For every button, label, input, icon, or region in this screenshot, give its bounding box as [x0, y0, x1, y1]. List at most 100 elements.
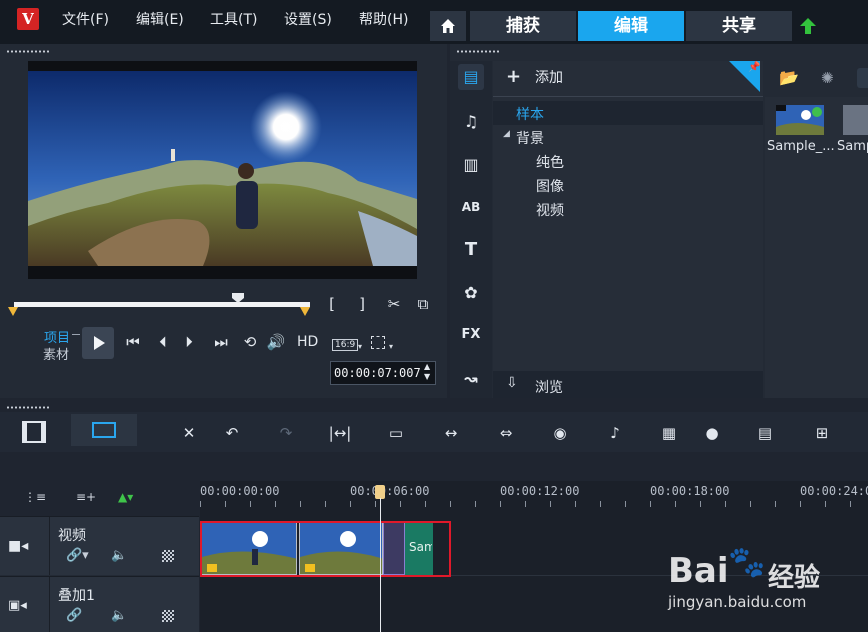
aspect-ratio-button[interactable]: 16:9	[332, 339, 359, 351]
add-track-icon[interactable]: ≡+	[76, 490, 96, 504]
record-icon[interactable]: ◉	[548, 421, 572, 445]
timeline-view-button[interactable]	[71, 414, 137, 446]
media-library-icon[interactable]: ▤	[458, 64, 484, 90]
tree-item-video[interactable]: 视频	[536, 200, 564, 220]
panel-grip[interactable]	[456, 50, 500, 53]
timeline-ruler[interactable]: 00:00:00:00 00:00:06:00 00:00:12:00 00:0…	[200, 481, 868, 516]
subtitle-icon[interactable]: ▤	[753, 421, 777, 445]
play-button[interactable]	[82, 327, 114, 359]
aperture-icon[interactable]: ✺	[821, 69, 834, 87]
track-name[interactable]: 叠加1	[58, 585, 95, 605]
blend-icon[interactable]: ●	[700, 421, 724, 445]
step-back-icon[interactable]: ⏴	[154, 332, 172, 352]
repeat-icon[interactable]: ⟲	[240, 332, 260, 352]
transition-icon[interactable]: AB	[458, 194, 484, 220]
panel-grip[interactable]	[6, 406, 50, 409]
skip-start-icon[interactable]: ⏮	[124, 332, 142, 352]
home-tab[interactable]	[430, 11, 466, 41]
skip-end-icon[interactable]: ⏭	[212, 332, 230, 352]
title-icon[interactable]: T	[458, 237, 484, 263]
ruler-label: 00:00:06:00	[350, 484, 430, 498]
menu-edit[interactable]: 编辑(E)	[136, 9, 184, 29]
crop-icon[interactable]	[371, 336, 385, 349]
playhead-marker[interactable]	[375, 485, 385, 499]
overlay-track-icon[interactable]: ▣◂	[8, 598, 27, 613]
fit-timeline-icon[interactable]: |↔|	[328, 421, 352, 445]
track-manager-icon[interactable]: ⋮≡	[24, 490, 46, 504]
add-folder-button[interactable]: 添加	[535, 67, 563, 87]
trim-end-marker[interactable]	[300, 307, 310, 316]
timecode-field[interactable]: 00:00:07:007	[330, 361, 436, 385]
add-icon[interactable]: +	[506, 66, 521, 87]
instant-project-icon[interactable]: ▥	[458, 152, 484, 178]
tree-item-samples[interactable]: 样本	[516, 104, 544, 124]
preview-video[interactable]	[28, 61, 417, 279]
storyboard-view-icon[interactable]	[22, 421, 46, 443]
link-icon[interactable]: 🔗	[66, 608, 82, 623]
filter-button[interactable]	[857, 68, 868, 88]
camera-icon[interactable]: ■◂	[8, 538, 28, 554]
undo-icon[interactable]: ↶	[220, 421, 244, 445]
mode-clip[interactable]: 素材	[43, 344, 69, 363]
upload-arrow-icon[interactable]	[798, 16, 818, 40]
menu-help[interactable]: 帮助(H)	[359, 9, 408, 29]
menu-settings[interactable]: 设置(S)	[284, 9, 332, 29]
graphics-icon[interactable]: ✿	[458, 280, 484, 306]
trim-start-marker[interactable]	[8, 307, 18, 316]
step-forward-icon[interactable]: ⏵	[180, 332, 198, 352]
library-panel: ▤ ♫ ▥ AB T ✿ FX ↝ + 添加 📌 样本 ◢ 背景 纯色 图像 视…	[450, 44, 868, 398]
tree-item-solid-color[interactable]: 纯色	[536, 152, 564, 172]
volume-icon[interactable]: 🔈	[111, 548, 127, 563]
link-icon[interactable]: 🔗▾	[66, 548, 89, 563]
library-tree: + 添加 📌 样本 ◢ 背景 纯色 图像 视频 ⇩ 浏览	[493, 61, 763, 398]
browse-button[interactable]: 浏览	[535, 377, 563, 397]
tree-expand-icon[interactable]: ◢	[503, 129, 510, 139]
tools-icon[interactable]: ✕	[177, 421, 201, 445]
app-logo: V	[17, 8, 39, 30]
triangle-up-icon[interactable]: ▲▾	[118, 490, 133, 504]
split-icon[interactable]: ↔	[439, 421, 463, 445]
tab-edit[interactable]: 编辑	[578, 11, 684, 41]
playhead-line	[380, 498, 381, 632]
hd-toggle[interactable]: HD	[297, 334, 318, 350]
tab-capture[interactable]: 捕获	[470, 11, 576, 41]
checker-icon[interactable]	[162, 550, 174, 562]
pin-icon[interactable]: 📌	[748, 62, 760, 73]
path-icon[interactable]: ↝	[458, 366, 484, 392]
enlarge-preview-icon[interactable]: ⧉	[414, 294, 432, 314]
checker-icon[interactable]	[162, 610, 174, 622]
tree-item-image[interactable]: 图像	[536, 176, 564, 196]
timecode-stepper[interactable]: ▲ ▼	[424, 362, 430, 382]
playhead-handle[interactable]	[231, 289, 245, 303]
mark-out-icon[interactable]: ]	[356, 294, 368, 314]
track-name[interactable]: 视频	[58, 525, 86, 545]
thumb-label: Sample_...	[767, 139, 835, 154]
audio-wave-icon[interactable]: ♪	[603, 421, 627, 445]
selection-highlight	[200, 521, 451, 577]
volume-icon[interactable]: 🔊	[266, 332, 286, 352]
zoom-fit-icon[interactable]: ▭	[384, 421, 408, 445]
audio-icon[interactable]: ♫	[458, 109, 484, 135]
media-thumbnail[interactable]	[843, 105, 868, 135]
scrub-bar[interactable]	[14, 302, 310, 307]
multi-cam-icon[interactable]: ▦	[657, 421, 681, 445]
watermark-brand: Bai	[668, 551, 729, 591]
chevron-down-icon[interactable]: ▾	[358, 342, 362, 351]
import-folder-icon[interactable]: 📂	[779, 68, 799, 87]
browse-icon[interactable]: ⇩	[506, 375, 518, 391]
split-screen-icon[interactable]: ⊞	[810, 421, 834, 445]
panel-grip[interactable]	[6, 50, 50, 53]
scissors-icon[interactable]: ✂	[385, 294, 403, 314]
watermark: Bai 🐾 经验 jingyan.baidu.com	[668, 545, 868, 625]
chevron-down-icon[interactable]: ▾	[389, 342, 393, 351]
menu-file[interactable]: 文件(F)	[62, 9, 109, 29]
menu-tools[interactable]: 工具(T)	[210, 9, 257, 29]
fx-icon[interactable]: FX	[458, 322, 484, 348]
menu-bar: V 文件(F) 编辑(E) 工具(T) 设置(S) 帮助(H) 捕获 编辑 共享	[0, 0, 868, 44]
volume-icon[interactable]: 🔈	[111, 608, 127, 623]
tab-share[interactable]: 共享	[686, 11, 792, 41]
ripple-icon[interactable]: ⇔	[494, 421, 518, 445]
tree-item-background[interactable]: 背景	[516, 128, 544, 148]
redo-icon[interactable]: ↷	[274, 421, 298, 445]
mark-in-icon[interactable]: [	[326, 294, 338, 314]
